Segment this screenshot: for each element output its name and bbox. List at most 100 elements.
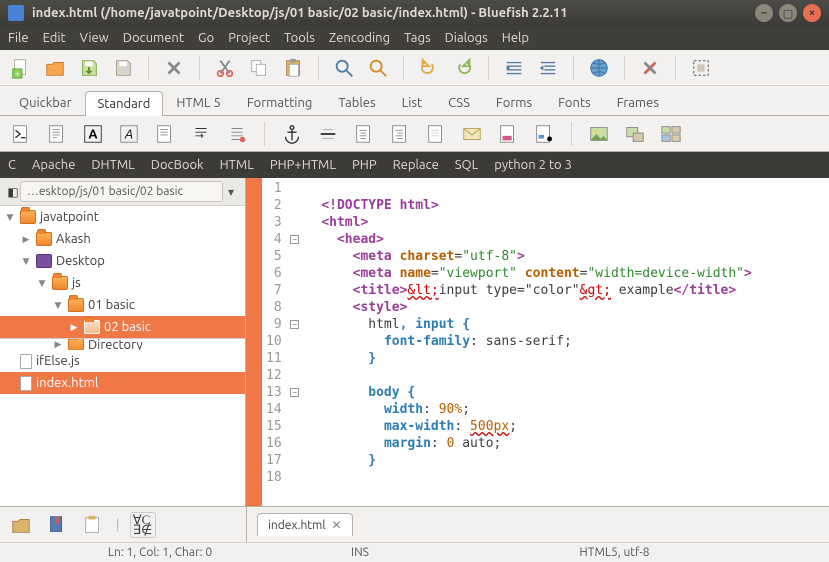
tree-item[interactable]: ▼js [0,272,245,294]
bottom-panel: | ∀C∃∉ index.html ✕ [0,506,829,542]
tab-fonts[interactable]: Fonts [545,90,604,115]
lang-dhtml[interactable]: DHTML [91,158,134,172]
menu-go[interactable]: Go [198,31,214,45]
center-icon[interactable] [351,121,377,147]
menu-tags[interactable]: Tags [404,31,431,45]
snippets-icon[interactable] [80,512,106,538]
lang-php[interactable]: PHP [352,158,377,172]
indent-button[interactable] [535,55,561,81]
breadcrumb-label: …esktop/js/01 basic/02 basic [20,181,223,202]
lang-sql[interactable]: SQL [455,158,479,172]
lang-html[interactable]: HTML [220,158,254,172]
find-button[interactable] [331,55,357,81]
tree-item[interactable]: ▶02 basic [0,316,245,338]
preview-browser-button[interactable] [586,55,612,81]
document-tab[interactable]: index.html ✕ [257,513,353,536]
close-tab-icon[interactable]: ✕ [332,518,342,532]
body-icon[interactable] [44,121,70,147]
paste-button[interactable] [280,55,306,81]
italic-icon[interactable]: A [116,121,142,147]
paragraph-icon[interactable] [152,121,178,147]
copy-button[interactable] [246,55,272,81]
charmap-icon[interactable]: ∀C∃∉ [130,512,156,538]
vsep: | [116,518,120,532]
font-icon[interactable] [495,121,521,147]
tree-item[interactable]: index.html [0,372,245,394]
minimize-button[interactable]: – [755,4,773,22]
lang-docbook[interactable]: DocBook [151,158,204,172]
tab-list[interactable]: List [389,90,436,115]
tree-item[interactable]: ▶Akash [0,228,245,250]
main-toolbar: + [0,50,829,86]
quickstart-icon[interactable] [8,121,34,147]
menu-edit[interactable]: Edit [43,31,66,45]
fullscreen-button[interactable] [688,55,714,81]
new-file-button[interactable]: + [8,55,34,81]
line-numbers: 123456789101112131415161718 [262,178,288,506]
tree-item[interactable]: ifElse.js [0,350,245,372]
code-editor[interactable]: 123456789101112131415161718 − − − <!DOCT… [262,178,829,506]
menu-tools[interactable]: Tools [284,31,315,45]
comment-icon[interactable] [423,121,449,147]
tab-tables[interactable]: Tables [325,90,388,115]
encoding-info[interactable]: HTML5, utf-8 [400,546,829,559]
document-tab-label: index.html [268,519,326,532]
tab-forms[interactable]: Forms [483,90,545,115]
tab-formatting[interactable]: Formatting [234,90,326,115]
lang-py2to3[interactable]: python 2 to 3 [494,158,572,172]
undo-button[interactable] [416,55,442,81]
tree-item[interactable]: ▼01 basic [0,294,245,316]
anchor-icon[interactable] [279,121,305,147]
menu-dialogs[interactable]: Dialogs [445,31,488,45]
maximize-button[interactable]: ▢ [779,4,797,22]
bold-icon[interactable]: A [80,121,106,147]
menu-file[interactable]: File [8,31,29,45]
statusbar: Ln: 1, Col: 1, Char: 0 INS HTML5, utf-8 [0,542,829,562]
nbsp-icon[interactable] [224,121,250,147]
menu-help[interactable]: Help [502,31,529,45]
menu-view[interactable]: View [80,31,109,45]
menu-project[interactable]: Project [228,31,270,45]
tree-item[interactable]: ▼javatpoint [0,206,245,228]
thumbnail-icon[interactable] [622,121,648,147]
insert-mode[interactable]: INS [320,546,400,559]
tab-standard[interactable]: Standard [85,91,164,116]
filebrowser-icon[interactable] [8,512,34,538]
find-replace-button[interactable] [365,55,391,81]
image-icon[interactable] [586,121,612,147]
menu-document[interactable]: Document [123,31,184,45]
close-file-button[interactable] [161,55,187,81]
break-icon[interactable] [188,121,214,147]
tab-quickbar[interactable]: Quickbar [6,90,85,115]
close-button[interactable]: × [803,4,821,22]
html-tabbar: Quickbar Standard HTML 5 Formatting Tabl… [0,86,829,116]
path-breadcrumb[interactable]: ◧ …esktop/js/01 basic/02 basic ▾ [0,178,245,206]
tab-frames[interactable]: Frames [604,90,672,115]
file-tree[interactable]: ▼javatpoint▶Akash▼Desktop▼js▼01 basic▶02… [0,206,245,506]
lang-replace[interactable]: Replace [393,158,439,172]
code-area[interactable]: <!DOCTYPE html> <html> <head> <meta char… [302,178,829,506]
redo-button[interactable] [450,55,476,81]
open-file-button[interactable] [42,55,68,81]
multi-thumbnail-icon[interactable] [658,121,684,147]
bookmarks-icon[interactable] [44,512,70,538]
lang-phphtml[interactable]: PHP+HTML [270,158,336,172]
unindent-button[interactable] [501,55,527,81]
fold-gutter[interactable]: − − − [288,178,302,506]
save-as-button[interactable] [110,55,136,81]
email-icon[interactable] [459,121,485,147]
menu-zencoding[interactable]: Zencoding [329,31,390,45]
hrule-icon[interactable] [315,121,341,147]
tab-css[interactable]: CSS [435,90,483,115]
cut-button[interactable] [212,55,238,81]
save-button[interactable] [76,55,102,81]
rightalign-icon[interactable] [387,121,413,147]
basefont-icon[interactable]: ● [531,121,557,147]
chevron-down-icon[interactable]: ▾ [223,185,239,199]
tree-item[interactable]: ▼Desktop [0,250,245,272]
tab-html5[interactable]: HTML 5 [163,90,234,115]
lang-c[interactable]: C [8,158,16,172]
preferences-button[interactable] [637,55,663,81]
lang-apache[interactable]: Apache [32,158,75,172]
tree-item[interactable]: ▶Directory [0,338,245,350]
